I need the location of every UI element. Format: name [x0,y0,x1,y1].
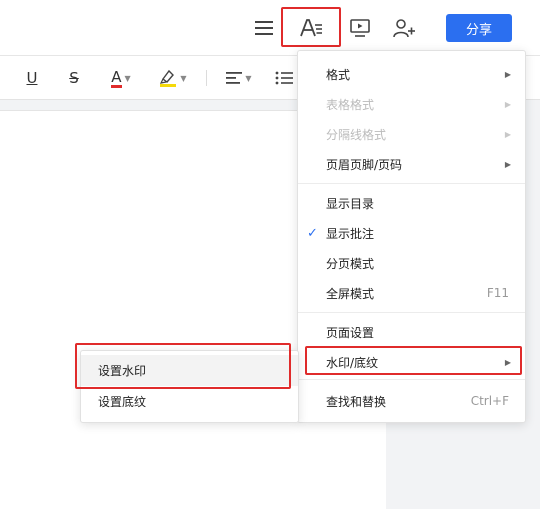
menu-item-format[interactable]: 格式 ▶ [298,59,525,89]
menu-item-label: 分页模式 [326,256,375,271]
menu-item-label: 表格格式 [326,97,375,112]
menu-divider [298,379,525,380]
menu-item-table-format: 表格格式 ▶ [298,89,525,119]
top-toolbar: 分享 [0,0,540,56]
chevron-right-icon: ▶ [504,69,511,79]
menu-item-label: 格式 [326,67,351,82]
underline-icon[interactable]: U [20,66,44,90]
menu-divider [298,183,525,184]
highlight-box-watermark-item [305,346,522,375]
menu-item-show-toc[interactable]: 显示目录 [298,188,525,218]
menu-icon[interactable] [248,12,280,44]
add-collaborator-icon[interactable] [388,12,420,44]
menu-item-find-replace[interactable]: 查找和替换 Ctrl+F [298,386,525,416]
menu-item-header-footer[interactable]: 页眉页脚/页码 ▶ [298,149,525,179]
toolbar-divider [206,70,207,86]
share-button[interactable]: 分享 [446,14,512,42]
submenu-item-label: 设置底纹 [98,395,147,409]
menu-item-divider-format: 分隔线格式 ▶ [298,119,525,149]
chevron-right-icon: ▶ [504,129,511,139]
menu-item-label: 查找和替换 [326,394,387,409]
menu-divider [298,312,525,313]
menu-item-label: 分隔线格式 [326,127,387,142]
menu-item-label: 页面设置 [326,325,375,340]
submenu-item-set-shading[interactable]: 设置底纹 [81,386,298,417]
chevron-right-icon: ▶ [504,159,511,169]
font-color-icon[interactable]: A ▼ [104,66,138,90]
bullet-list-icon[interactable] [272,66,296,90]
shortcut-label: Ctrl+F [470,394,509,408]
chevron-down-icon: ▼ [124,73,131,83]
highlight-box-format-button [281,7,341,47]
highlight-color-icon[interactable]: ▼ [156,66,190,90]
menu-item-label: 显示目录 [326,196,375,211]
strikethrough-icon[interactable]: S [62,66,86,90]
menu-item-label: 全屏模式 [326,286,375,301]
menu-item-label: 页眉页脚/页码 [326,157,403,172]
highlight-box-set-watermark [75,343,291,389]
menu-item-label: 显示批注 [326,226,375,241]
align-icon[interactable]: ▼ [222,66,256,90]
menu-item-page-setup[interactable]: 页面设置 [298,317,525,347]
menu-item-page-mode[interactable]: 分页模式 [298,248,525,278]
presentation-icon[interactable] [344,12,376,44]
shortcut-label: F11 [486,286,509,300]
chevron-right-icon: ▶ [504,99,511,109]
chevron-down-icon: ▼ [180,73,187,83]
chevron-down-icon: ▼ [245,73,252,83]
menu-item-fullscreen[interactable]: 全屏模式 F11 [298,278,525,308]
checkmark-icon: ✓ [307,225,318,241]
menu-item-show-comments[interactable]: ✓ 显示批注 [298,218,525,248]
